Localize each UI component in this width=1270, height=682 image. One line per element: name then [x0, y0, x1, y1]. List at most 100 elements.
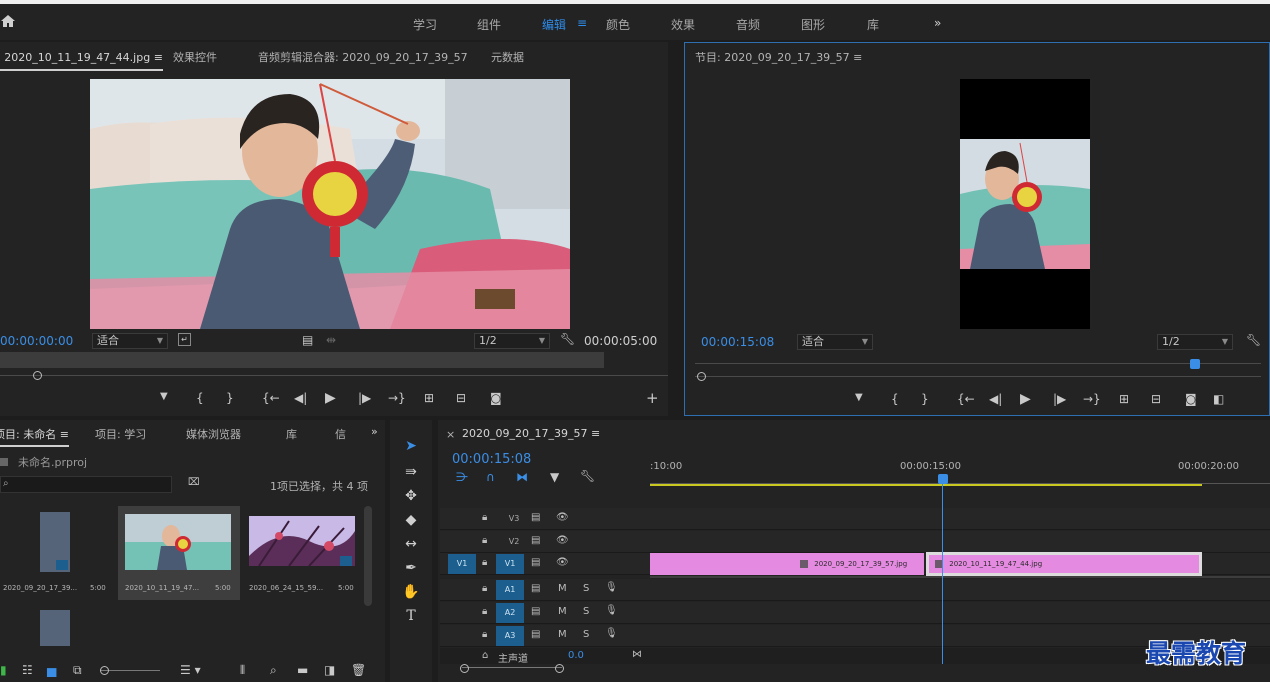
nest-toggle-icon[interactable]: ⋺ — [456, 470, 468, 484]
master-lock-icon[interactable]: ⌂ — [482, 650, 488, 661]
timeline-clip-1[interactable]: 2020_09_20_17_39_57.jpg — [650, 553, 924, 575]
workspace-tab-color[interactable]: 颜色 — [606, 16, 630, 33]
track-target-a2[interactable]: A2 — [496, 603, 524, 623]
track-target-a3[interactable]: A3 — [496, 626, 524, 646]
source-fit-dropdown[interactable]: 适合 ▼ — [92, 333, 168, 349]
automate-sequence-icon[interactable]: ⫴ — [240, 663, 245, 678]
step-back-icon[interactable]: ◀| — [294, 391, 307, 405]
zoom-slider[interactable] — [100, 670, 160, 671]
program-zoom-handle[interactable] — [697, 372, 706, 381]
program-step-back-icon[interactable]: ◀| — [989, 392, 1002, 406]
timeline-zoom-left-handle[interactable] — [460, 664, 469, 673]
workspace-tab-learn[interactable]: 学习 — [413, 16, 437, 33]
hamburger-menu-icon[interactable]: ≡ — [577, 16, 587, 30]
lock-icon[interactable]: 🔒︎ — [482, 535, 487, 546]
step-forward-icon[interactable]: |▶ — [358, 391, 371, 405]
tab-libraries[interactable]: 库 — [286, 426, 297, 442]
workspace-tab-libraries[interactable]: 库 — [867, 16, 879, 33]
program-go-to-out-icon[interactable]: →} — [1083, 392, 1101, 406]
master-volume-value[interactable]: 0.0 — [568, 650, 584, 661]
microphone-icon[interactable]: 🎙︎ — [605, 605, 618, 616]
source-patch-v1[interactable]: V1 — [448, 554, 476, 574]
solo-button[interactable]: S — [583, 606, 589, 617]
go-to-in-icon[interactable]: {← — [262, 391, 280, 405]
video-audio-divider[interactable] — [650, 576, 1270, 578]
find-icon[interactable]: ⌕ — [270, 663, 277, 678]
razor-tool-icon[interactable]: ◆ — [400, 512, 422, 528]
tab-program[interactable]: 节目: 2020_09_20_17_39_57 ≡ — [695, 49, 862, 65]
timeline-playhead-line[interactable] — [942, 484, 943, 664]
selection-tool-icon[interactable]: ➤ — [400, 438, 422, 454]
program-playhead[interactable] — [1190, 359, 1200, 369]
timeline-zoom-scrollbar[interactable] — [462, 667, 562, 673]
sync-lock-icon[interactable]: ▤ — [531, 606, 540, 617]
eye-icon[interactable]: 👁︎ — [556, 557, 569, 568]
export-frame-icon[interactable]: ◙ — [490, 391, 502, 405]
new-search-bin-icon[interactable]: ⌧ — [188, 477, 200, 488]
mark-in-icon[interactable]: { — [196, 391, 204, 405]
workspace-tab-graphics[interactable]: 图形 — [801, 16, 825, 33]
sync-lock-icon[interactable]: ▤ — [531, 512, 540, 523]
source-zoom-handle[interactable] — [33, 371, 42, 380]
go-to-out-icon[interactable]: →} — [388, 391, 406, 405]
program-mark-in-icon[interactable]: { — [891, 392, 899, 406]
tab-project-learn[interactable]: 项目: 学习 — [95, 426, 146, 442]
project-item-2[interactable]: 2020_10_11_19_47... 5:00 — [118, 506, 240, 600]
timeline-clip-2[interactable]: 2020_10_11_19_47_44.jpg — [926, 552, 1202, 576]
eye-icon[interactable]: 👁︎ — [556, 535, 569, 546]
track-select-tool-icon[interactable]: ⇛ — [400, 464, 422, 480]
hand-tool-icon[interactable]: ✋ — [400, 584, 422, 600]
zoom-slider-handle[interactable] — [100, 666, 109, 675]
project-scrollbar[interactable] — [364, 506, 372, 606]
source-resolution-dropdown[interactable]: 1/2 ▼ — [474, 333, 550, 349]
program-timecode[interactable]: 00:00:15:08 — [701, 335, 774, 349]
tab-metadata[interactable]: 元数据 — [491, 49, 524, 65]
new-item-icon[interactable]: ◨ — [324, 663, 335, 677]
overwrite-icon[interactable]: ⊟ — [456, 391, 466, 405]
track-label-v2[interactable]: V2 — [500, 532, 528, 552]
tab-media-browser[interactable]: 媒体浏览器 — [186, 426, 241, 442]
project-search-input[interactable]: ⌕ — [0, 476, 172, 493]
snap-icon[interactable]: ∩ — [486, 470, 495, 484]
project-item-3[interactable]: 2020_06_24_15_59... 5:00 — [244, 506, 360, 600]
freeform-view-icon[interactable]: ⧉ — [73, 663, 82, 678]
tab-source[interactable]: 源: 2020_10_11_19_47_44.jpg ≡ — [0, 49, 163, 71]
project-item-1[interactable]: 2020_09_20_17_39... 5:00 — [0, 506, 115, 600]
add-marker-icon[interactable]: ▼ — [160, 391, 168, 402]
linked-selection-icon[interactable]: ⧓ — [516, 470, 528, 484]
mute-button[interactable]: M — [558, 583, 567, 594]
workspace-tab-editing[interactable]: 编辑 — [542, 16, 566, 33]
tab-project-untitled[interactable]: 项目: 未命名 ≡ — [0, 426, 69, 447]
sync-lock-icon[interactable]: ▤ — [531, 583, 540, 594]
work-area-bar[interactable] — [650, 484, 1202, 486]
play-icon[interactable]: ▶ — [325, 390, 336, 406]
list-view-icon[interactable]: ☷ — [22, 663, 33, 677]
drag-video-icon[interactable]: ▤ — [302, 333, 313, 347]
wrench-icon[interactable]: 🔧︎ — [560, 332, 575, 346]
comparison-view-icon[interactable]: ◧ — [1213, 392, 1224, 406]
clear-icon[interactable]: 🗑︎ — [351, 663, 366, 677]
program-step-forward-icon[interactable]: |▶ — [1053, 392, 1066, 406]
home-icon[interactable] — [0, 12, 16, 28]
sync-lock-icon[interactable]: ▤ — [531, 557, 540, 568]
program-resolution-dropdown[interactable]: 1/2 ▼ — [1157, 334, 1233, 350]
more-panels-icon[interactable]: » — [371, 425, 378, 438]
lock-icon[interactable]: 🔒︎ — [482, 629, 487, 640]
lock-icon[interactable]: ▮ — [0, 663, 7, 677]
mute-button[interactable]: M — [558, 606, 567, 617]
program-add-marker-icon[interactable]: ▼ — [855, 392, 863, 403]
icon-view-icon[interactable]: ▅ — [47, 663, 56, 677]
program-mark-out-icon[interactable]: } — [921, 392, 929, 406]
pen-tool-icon[interactable]: ✒ — [400, 560, 422, 576]
microphone-icon[interactable]: 🎙︎ — [605, 628, 618, 639]
timeline-marker-icon[interactable]: ▼ — [550, 470, 559, 484]
program-ruler[interactable] — [695, 363, 1261, 364]
more-workspaces-icon[interactable]: » — [934, 16, 941, 30]
tab-info[interactable]: 信 — [335, 426, 346, 442]
lock-icon[interactable]: 🔒︎ — [482, 583, 487, 594]
program-play-icon[interactable]: ▶ — [1020, 391, 1031, 407]
ripple-edit-tool-icon[interactable]: ✥ — [400, 488, 422, 504]
source-scrub-bar[interactable] — [0, 375, 668, 376]
source-settings-icon[interactable]: ↵ — [178, 333, 191, 346]
timeline-timecode[interactable]: 00:00:15:08 — [452, 452, 531, 467]
